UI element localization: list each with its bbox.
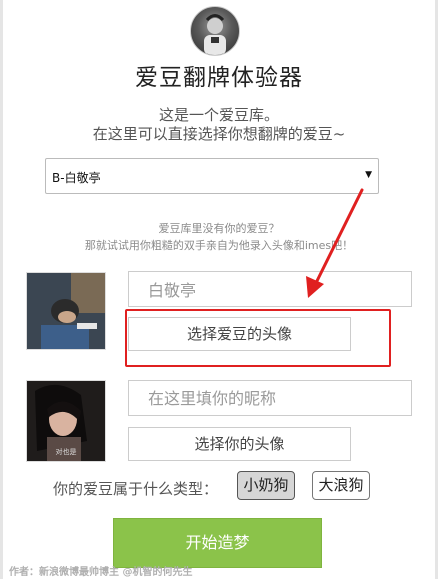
annotation-arrow-icon — [306, 188, 364, 298]
